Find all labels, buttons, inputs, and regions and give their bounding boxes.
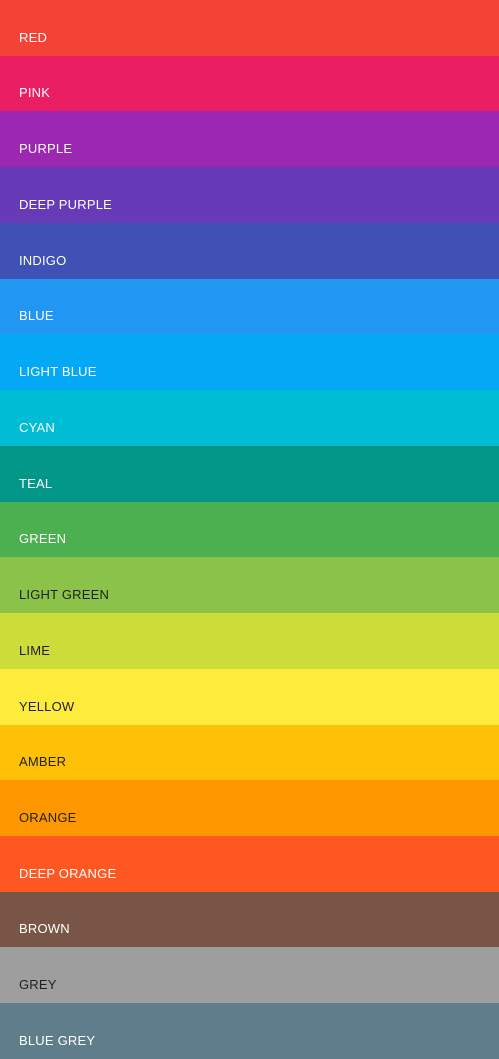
swatch-light-blue[interactable]: LIGHT BLUE	[0, 334, 499, 391]
color-palette-list: RED PINK PURPLE DEEP PURPLE INDIGO BLUE …	[0, 0, 499, 1059]
swatch-label: GREEN	[19, 531, 67, 547]
swatch-label: GREY	[19, 977, 57, 993]
swatch-purple[interactable]: PURPLE	[0, 111, 499, 168]
swatch-label: PINK	[19, 85, 51, 101]
swatch-orange[interactable]: ORANGE	[0, 780, 499, 837]
swatch-indigo[interactable]: INDIGO	[0, 222, 499, 279]
swatch-label: PURPLE	[19, 141, 73, 157]
swatch-label: BROWN	[19, 921, 70, 937]
swatch-green[interactable]: GREEN	[0, 501, 499, 558]
swatch-label: DEEP PURPLE	[19, 196, 112, 212]
swatch-lime[interactable]: LIME	[0, 613, 499, 669]
swatch-amber[interactable]: AMBER	[0, 724, 499, 781]
swatch-yellow[interactable]: YELLOW	[0, 668, 499, 725]
swatch-label: AMBER	[19, 754, 67, 770]
swatch-light-green[interactable]: LIGHT GREEN	[0, 557, 499, 614]
swatch-blue[interactable]: BLUE	[0, 278, 499, 335]
swatch-pink[interactable]: PINK	[0, 55, 499, 112]
swatch-blue-grey[interactable]: BLUE GREY	[0, 1003, 499, 1059]
swatch-label: TEAL	[19, 475, 53, 491]
swatch-label: RED	[19, 29, 48, 45]
swatch-deep-orange[interactable]: DEEP ORANGE	[0, 836, 499, 892]
swatch-label: CYAN	[19, 419, 55, 435]
swatch-deep-purple[interactable]: DEEP PURPLE	[0, 167, 499, 223]
swatch-label: ORANGE	[19, 810, 77, 826]
swatch-label: YELLOW	[19, 698, 75, 714]
swatch-teal[interactable]: TEAL	[0, 445, 499, 502]
swatch-label: LIME	[19, 642, 51, 658]
swatch-label: LIGHT BLUE	[19, 364, 97, 380]
swatch-grey[interactable]: GREY	[0, 947, 499, 1004]
swatch-label: DEEP ORANGE	[19, 865, 117, 881]
swatch-cyan[interactable]: CYAN	[0, 390, 499, 446]
swatch-red[interactable]: RED	[0, 0, 499, 56]
swatch-brown[interactable]: BROWN	[0, 891, 499, 948]
swatch-label: LIGHT GREEN	[19, 587, 110, 603]
swatch-label: BLUE	[19, 308, 54, 324]
swatch-label: BLUE GREY	[19, 1032, 96, 1048]
swatch-label: INDIGO	[19, 252, 67, 268]
